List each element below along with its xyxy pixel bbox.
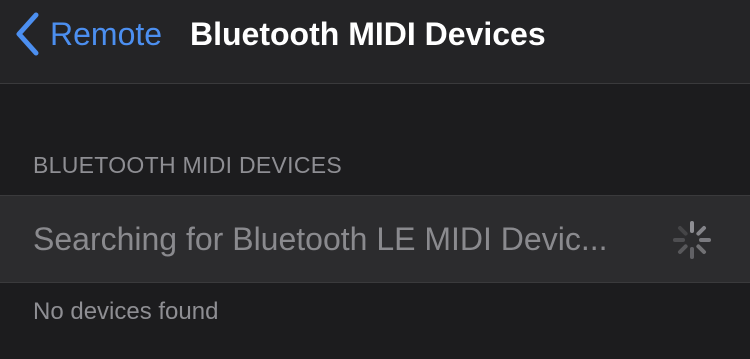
no-devices-message: No devices found	[33, 298, 219, 325]
navigation-bar: Remote Bluetooth MIDI Devices	[0, 0, 750, 84]
chevron-left-icon	[16, 12, 39, 56]
page-title: Bluetooth MIDI Devices	[190, 16, 546, 52]
searching-status-text: Searching for Bluetooth LE MIDI Devic...	[33, 221, 608, 257]
back-button-label: Remote	[50, 16, 163, 52]
section-header: BLUETOOTH MIDI DEVICES	[33, 152, 343, 178]
activity-spinner-icon	[673, 221, 711, 259]
back-button[interactable]: Remote	[14, 10, 162, 58]
searching-status-row: Searching for Bluetooth LE MIDI Devic...	[0, 195, 750, 283]
